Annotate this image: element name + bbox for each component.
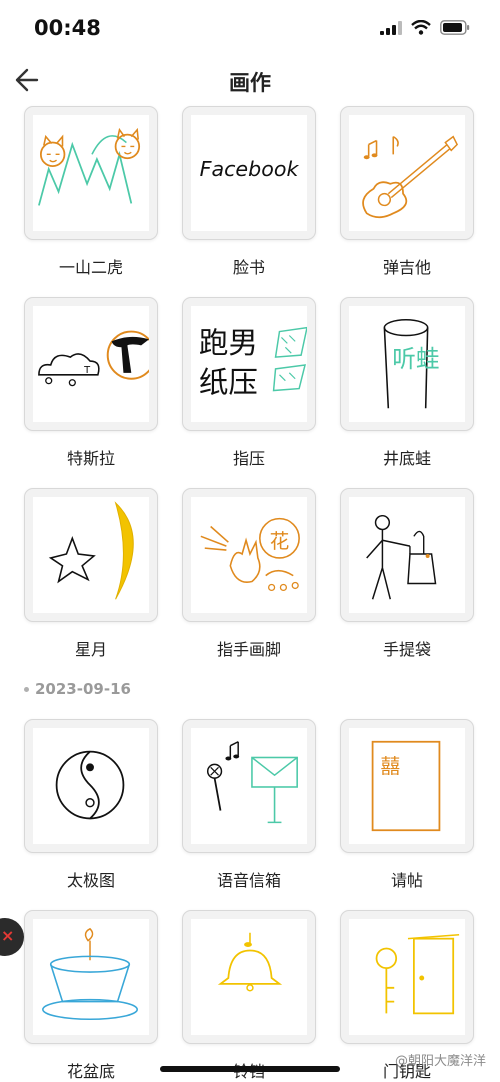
wifi-icon (411, 20, 431, 35)
artwork-title: 井底蛙 (382, 449, 431, 468)
drawing-text: 听蛙 (392, 345, 439, 373)
two-tigers-drawing (38, 127, 141, 206)
artwork-title: 太极图 (66, 871, 115, 890)
artwork-card[interactable]: T 特斯拉 (24, 297, 158, 469)
drawing-text: 纸压 (199, 366, 258, 400)
bell-drawing (217, 932, 283, 992)
artwork-title: 请帖 (390, 871, 423, 890)
star-moon-drawing (48, 501, 134, 600)
artwork-title: 手提袋 (382, 640, 431, 659)
artwork-thumbnail[interactable] (340, 106, 474, 240)
status-time: 00:48 (34, 16, 101, 40)
artwork-card[interactable]: 铃铛 (182, 910, 316, 1082)
artwork-thumbnail[interactable]: Facebook (182, 106, 316, 240)
artwork-card[interactable]: 花 指手画脚 (182, 488, 316, 660)
artwork-card[interactable]: 跑男 纸压 指压 (182, 297, 316, 469)
frog-in-well-drawing: 听蛙 (383, 318, 439, 409)
artwork-card[interactable]: 弹吉他 (340, 106, 474, 278)
guitar-drawing (362, 135, 459, 219)
status-icons (380, 20, 470, 35)
artwork-thumbnail[interactable]: 囍 (340, 719, 474, 853)
floating-close-button[interactable]: × (0, 918, 24, 956)
artwork-thumbnail[interactable]: 听蛙 (340, 297, 474, 431)
invitation-drawing: 囍 (371, 740, 441, 832)
artwork-title: 指手画脚 (216, 640, 281, 659)
artwork-card[interactable]: 花盆底 (24, 910, 158, 1082)
artwork-thumbnail[interactable]: 花 (182, 488, 316, 622)
voicemail-drawing (206, 741, 298, 824)
status-bar: 00:48 (0, 0, 500, 58)
watermark: @朝阳大魔洋洋 (394, 1054, 486, 1069)
drawing-text: 囍 (380, 755, 400, 778)
artwork-card[interactable]: 听蛙 井底蛙 (340, 297, 474, 469)
artwork-thumbnail[interactable] (24, 106, 158, 240)
tesla-drawing: T (38, 330, 149, 387)
finger-press-drawing: 跑男 纸压 (199, 326, 307, 400)
artwork-thumbnail[interactable] (182, 910, 316, 1044)
artwork-thumbnail[interactable]: T (24, 297, 158, 431)
artwork-thumbnail[interactable]: 跑男 纸压 (182, 297, 316, 431)
drawing-text: 花 (270, 530, 290, 553)
artwork-title: 特斯拉 (66, 449, 115, 468)
artwork-card[interactable]: 太极图 (24, 719, 158, 891)
flowerpot-drawing (42, 927, 138, 1021)
facebook-text: Facebook (200, 157, 300, 181)
section-date-header: 2023-09-16 (24, 680, 131, 698)
artwork-thumbnail[interactable] (340, 910, 474, 1044)
artwork-title: 指压 (232, 449, 265, 468)
artwork-thumbnail[interactable] (24, 910, 158, 1044)
section-date: 2023-09-16 (35, 680, 131, 698)
artwork-card[interactable]: Facebook 脸书 (182, 106, 316, 278)
pointing-hands-feet-drawing: 花 (200, 517, 300, 592)
artwork-thumbnail[interactable] (24, 488, 158, 622)
signal-icon (380, 20, 402, 35)
artwork-thumbnail[interactable] (24, 719, 158, 853)
home-indicator[interactable] (160, 1066, 340, 1072)
facebook-drawing: Facebook (200, 157, 300, 181)
bullet-dot-icon (24, 686, 29, 692)
taiji-drawing (55, 750, 125, 820)
battery-icon (440, 20, 470, 35)
door-key-drawing (375, 933, 460, 1015)
artwork-title: 语音信箱 (216, 871, 281, 890)
close-icon: × (1, 926, 15, 945)
drawing-text: 跑男 (199, 326, 258, 360)
artwork-thumbnail[interactable] (182, 719, 316, 853)
artwork-title: 一山二虎 (58, 258, 123, 277)
artwork-title: 花盆底 (66, 1062, 115, 1081)
artwork-thumbnail[interactable] (340, 488, 474, 622)
artwork-card[interactable]: 手提袋 (340, 488, 474, 660)
artwork-card[interactable]: 星月 (24, 488, 158, 660)
svg-text:T: T (83, 365, 91, 376)
artwork-title: 星月 (74, 640, 107, 659)
nav-bar: 画作 (0, 58, 500, 104)
handbag-drawing (366, 514, 437, 600)
artwork-card[interactable]: 语音信箱 (182, 719, 316, 891)
artwork-title: 脸书 (232, 258, 265, 277)
page-title: 画作 (229, 71, 271, 95)
artwork-card[interactable]: 一山二虎 (24, 106, 158, 278)
artwork-title: 弹吉他 (382, 258, 431, 277)
artwork-card[interactable]: 囍 请帖 (340, 719, 474, 891)
